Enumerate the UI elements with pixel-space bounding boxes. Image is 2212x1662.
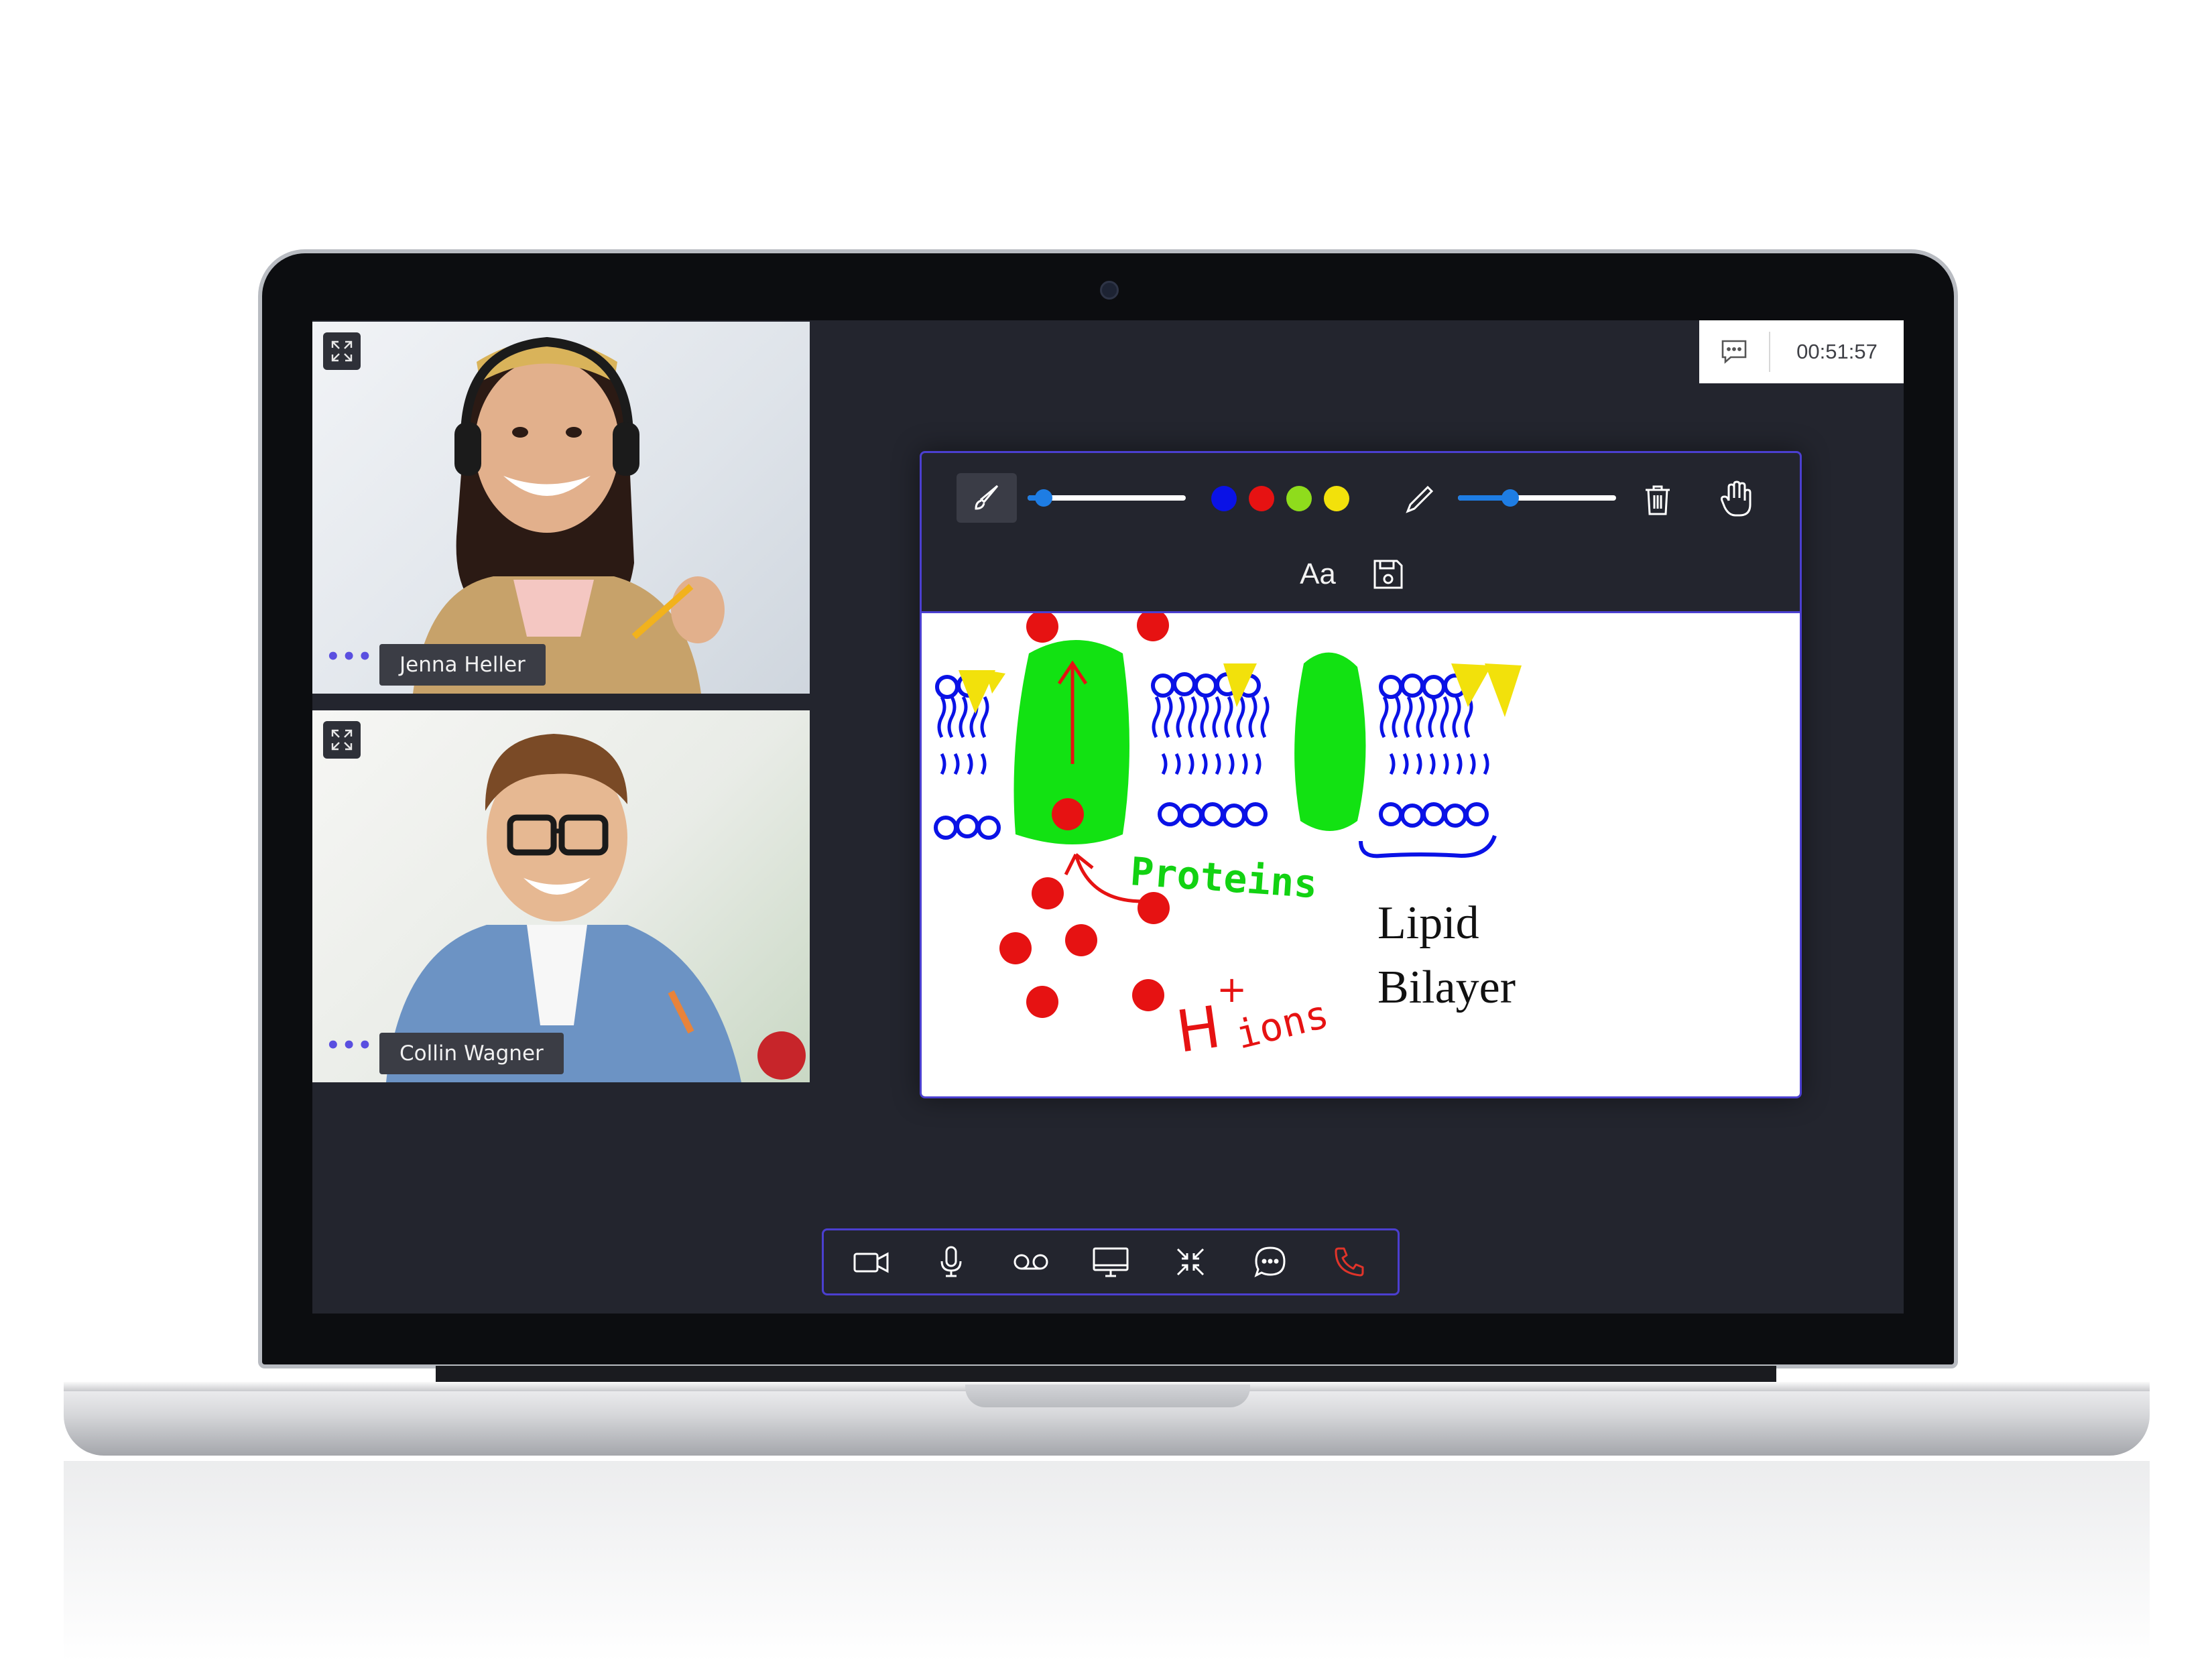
brush-size-slider[interactable] [1028,489,1186,507]
drawing-layer: Proteins H + ions [934,613,1522,1066]
participant-tile[interactable]: ••• Jenna Heller [312,322,810,694]
brush-size-knob[interactable] [1034,489,1052,507]
lipid-bilayer-label-line1: Lipid [1377,897,1479,949]
whiteboard[interactable]: Aa Proteins H + ions Lipid Bilayer [920,451,1802,1098]
color-swatch-blue[interactable] [1211,486,1237,511]
more-options-icon[interactable]: ••• [326,1034,373,1057]
laptop-reflection [64,1461,2150,1662]
session-timer-panel: 00:51:57 [1699,320,1904,383]
ions-label-plus: + [1217,968,1247,1011]
microphone-icon[interactable] [924,1235,978,1289]
pen-icon[interactable] [1398,478,1440,521]
laptop-opening-notch [965,1385,1250,1407]
video-camera-icon[interactable] [845,1235,898,1289]
chat-icon[interactable] [1243,1235,1297,1289]
voicemail-record-icon[interactable] [1004,1235,1058,1289]
expand-icon[interactable] [323,721,361,759]
screen-share-icon[interactable] [1084,1235,1138,1289]
more-options-icon[interactable]: ••• [326,645,373,668]
brush-icon[interactable] [957,473,1017,523]
color-swatch-green[interactable] [1286,486,1312,511]
participant-name: Collin Wagner [379,1033,564,1074]
trash-icon[interactable] [1638,478,1678,521]
laptop-hinge [436,1366,1776,1382]
webcam [1100,281,1119,300]
call-controls-bar [822,1228,1400,1295]
lipid-heads-top [935,672,1467,699]
protein-channel-2 [1294,652,1366,831]
pen-size-knob[interactable] [1501,489,1519,507]
pen-size-slider[interactable] [1458,489,1616,507]
whiteboard-toolbar: Aa [922,453,1800,611]
text-tool-button[interactable]: Aa [1288,552,1348,596]
save-icon[interactable] [1367,554,1409,595]
color-swatch-yellow[interactable] [1324,486,1349,511]
lipid-bilayer-label: Lipid Bilayer [1377,891,1516,1020]
expand-icon[interactable] [323,332,361,370]
participant-video [386,734,806,1082]
minimize-icon[interactable] [1164,1235,1217,1289]
participant-video [413,336,725,694]
lipid-bilayer-label-line2: Bilayer [1377,962,1516,1013]
end-call-icon[interactable] [1323,1235,1376,1289]
call-timer: 00:51:57 [1796,340,1878,363]
participant-name: Jenna Heller [379,644,546,686]
hand-pan-icon[interactable] [1714,476,1757,523]
video-call-screen: ••• Jenna Heller ••• Collin Wagner 00:51… [312,320,1904,1314]
chat-icon[interactable] [1699,332,1770,372]
participant-tile[interactable]: ••• Collin Wagner [312,710,810,1082]
color-swatch-red[interactable] [1249,486,1274,511]
whiteboard-canvas[interactable]: Proteins H + ions Lipid Bilayer [922,611,1800,1096]
